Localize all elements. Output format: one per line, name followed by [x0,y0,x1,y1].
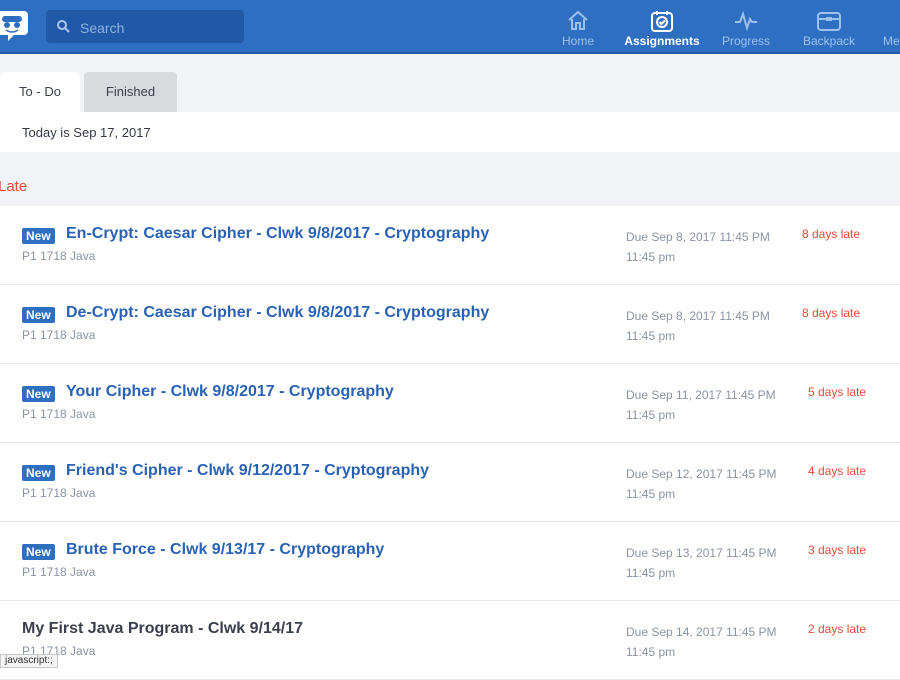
assignment-title[interactable]: Friend's Cipher - Clwk 9/12/2017 - Crypt… [66,462,429,480]
course-name: P1 1718 Java [22,249,96,263]
logo-icon[interactable] [0,7,28,43]
assignment-row[interactable]: New Your Cipher - Clwk 9/8/2017 - Crypto… [0,364,900,443]
due-date-line1: Due Sep 13, 2017 11:45 PM [626,546,777,560]
late-status: 5 days late [808,385,867,399]
late-status: 4 days late [808,464,867,478]
due-date: Due Sep 8, 2017 11:45 PM 11:45 pm [626,306,770,346]
progress-icon [734,9,758,33]
assignment-row[interactable]: New Brute Force - Clwk 9/13/17 - Cryptog… [0,522,900,601]
due-date-line2: 11:45 pm [626,566,676,580]
assignment-title[interactable]: De-Crypt: Caesar Cipher - Clwk 9/8/2017 … [66,304,489,322]
late-status: 8 days late [802,227,861,241]
new-badge: New [22,386,55,402]
due-date: Due Sep 11, 2017 11:45 PM 11:45 pm [626,385,776,425]
nav-progress[interactable]: Progress [716,0,776,52]
nav-backpack[interactable]: Backpack [796,0,862,52]
search-icon [56,19,70,33]
assignment-list: New En-Crypt: Caesar Cipher - Clwk 9/8/2… [0,206,900,680]
assignment-row[interactable]: My First Java Program - Clwk 9/14/17 P1 … [0,601,900,680]
late-status: 3 days late [808,543,867,557]
course-name: P1 1718 Java [22,328,96,342]
nav-progress-label: Progress [721,34,771,48]
course-name: P1 1718 Java [22,565,96,579]
assignment-title[interactable]: Brute Force - Clwk 9/13/17 - Cryptograph… [66,541,384,559]
due-date-line2: 11:45 pm [626,645,676,659]
assignment-row[interactable]: New En-Crypt: Caesar Cipher - Clwk 9/8/2… [0,206,900,285]
due-date: Due Sep 14, 2017 11:45 PM 11:45 pm [626,622,777,662]
due-date-line1: Due Sep 8, 2017 11:45 PM [626,309,770,323]
course-name: P1 1718 Java [22,486,96,500]
due-date-line1: Due Sep 12, 2017 11:45 PM [626,467,777,481]
today-bar: Today is Sep 17, 2017 [0,112,900,152]
assignment-row[interactable]: New Friend's Cipher - Clwk 9/12/2017 - C… [0,443,900,522]
home-icon [566,9,590,33]
tab-finished[interactable]: Finished [84,72,177,112]
assignment-title[interactable]: En-Crypt: Caesar Cipher - Clwk 9/8/2017 … [66,225,489,243]
status-bar-url: javascript:; [0,654,58,668]
late-section-header: Late [0,152,900,206]
due-date-line2: 11:45 pm [626,250,676,264]
nav-assignments-label: Assignments [624,34,700,48]
due-date: Due Sep 12, 2017 11:45 PM 11:45 pm [626,464,777,504]
new-badge: New [22,228,55,244]
nav-backpack-label: Backpack [802,34,856,48]
due-date-line2: 11:45 pm [626,329,676,343]
new-badge: New [22,465,55,481]
late-status: 2 days late [808,622,867,636]
due-date-line2: 11:45 pm [626,408,676,422]
assignment-title[interactable]: My First Java Program - Clwk 9/14/17 [22,620,303,638]
nav-assignments[interactable]: Assignments [622,0,702,52]
top-bar: Home Assignments Progress [0,0,900,54]
late-status: 8 days late [802,306,861,320]
nav-me-label: Me [883,34,900,48]
search-box[interactable] [46,10,244,45]
search-input[interactable] [78,10,242,45]
due-date-line1: Due Sep 14, 2017 11:45 PM [626,625,777,639]
tabs-bar: To - Do Finished [0,54,900,112]
tab-todo[interactable]: To - Do [0,72,80,112]
new-badge: New [22,307,55,323]
assignments-icon [650,9,674,33]
due-date-line1: Due Sep 11, 2017 11:45 PM [626,388,776,402]
nav-me[interactable]: Me [872,0,900,52]
section-title: Late [0,178,28,195]
assignment-row[interactable]: New De-Crypt: Caesar Cipher - Clwk 9/8/2… [0,285,900,364]
new-badge: New [22,544,55,560]
assignment-title[interactable]: Your Cipher - Clwk 9/8/2017 - Cryptograp… [66,383,394,401]
due-date: Due Sep 13, 2017 11:45 PM 11:45 pm [626,543,777,583]
nav-home[interactable]: Home [548,0,608,52]
backpack-icon [817,9,841,33]
nav-home-label: Home [561,34,594,48]
course-name: P1 1718 Java [22,407,96,421]
due-date-line1: Due Sep 8, 2017 11:45 PM [626,230,770,244]
due-date: Due Sep 8, 2017 11:45 PM 11:45 pm [626,227,770,267]
due-date-line2: 11:45 pm [626,487,676,501]
today-date: Today is Sep 17, 2017 [22,125,151,140]
